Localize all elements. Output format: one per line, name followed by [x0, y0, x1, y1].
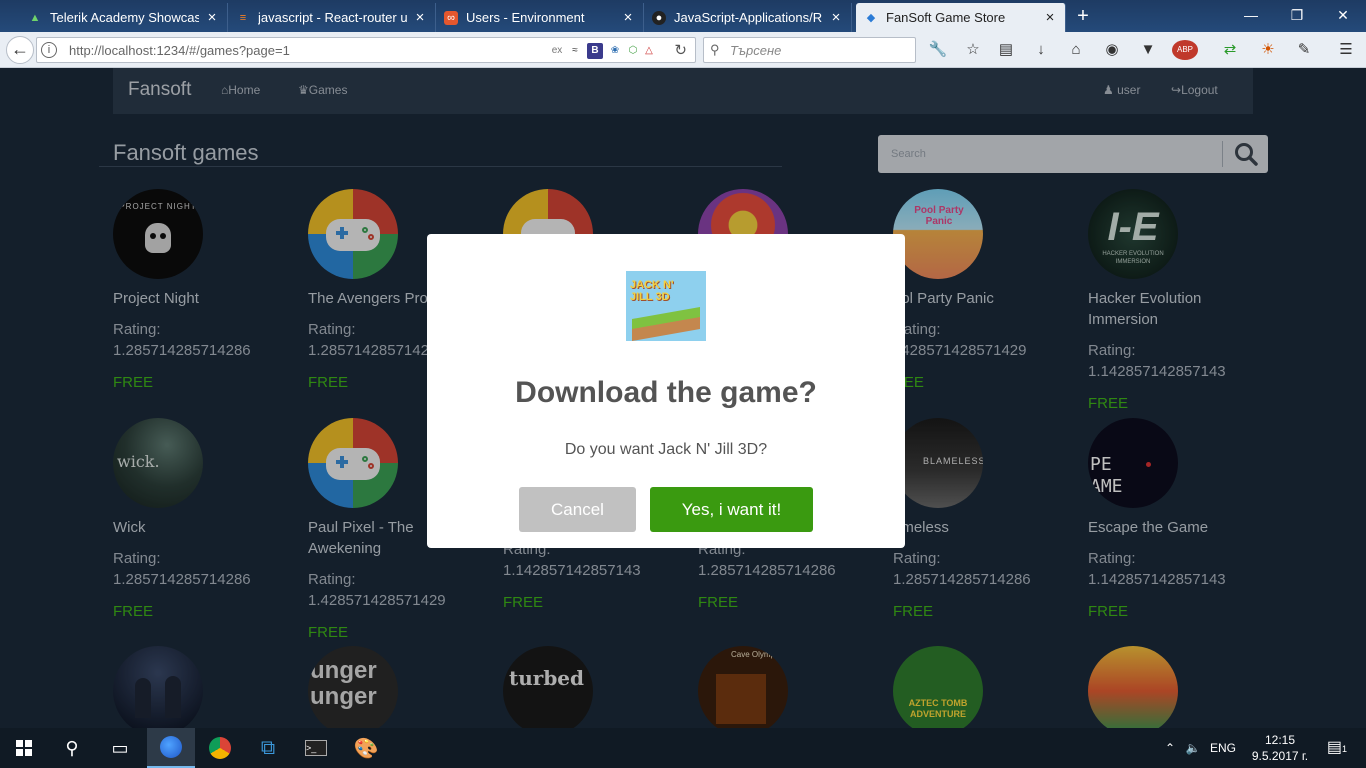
jack-n-jill-game-image: JACK N' JILL 3D: [626, 271, 706, 341]
tab-fansoft[interactable]: ◆ FanSoft Game Store ×: [856, 3, 1066, 32]
telerik-icon: ▲: [29, 11, 41, 24]
notification-icon[interactable]: ▤1: [1320, 728, 1354, 768]
dialog-text: Do you want Jack N' Jill 3D?: [564, 441, 768, 458]
browser-search-bar[interactable]: ⚲ Търсене: [703, 37, 916, 63]
pen-icon[interactable]: ✎: [1294, 40, 1314, 60]
reload-icon[interactable]: ↻: [674, 41, 687, 59]
search-icon: ⚲: [710, 42, 720, 57]
tab-github[interactable]: ● JavaScript-Applications/REA ×: [644, 3, 852, 32]
tray-overflow-icon[interactable]: ⌃: [1160, 728, 1180, 768]
firefox-icon: [160, 736, 182, 758]
chrome-taskbar-app[interactable]: [196, 728, 244, 768]
taskbar: ⚲ ▭ ⧉ >_ 🎨 ⌃ 🔈 ENG 12:15 9.5.2017 г. ▤1: [0, 728, 1366, 768]
new-tab-button[interactable]: +: [1072, 5, 1094, 27]
mustache-extension-icon[interactable]: ≈: [567, 43, 583, 59]
paint-taskbar-app[interactable]: 🎨: [342, 728, 390, 768]
address-bar[interactable]: i http://localhost:1234/#/games?page=1 e…: [36, 37, 696, 63]
tab-telerik[interactable]: ▲ Telerik Academy Showcase S ×: [20, 3, 228, 32]
search-button[interactable]: ⚲: [48, 728, 96, 768]
windows-icon: [16, 740, 32, 756]
back-button[interactable]: ←: [6, 36, 34, 64]
addon-icon[interactable]: ☀: [1258, 40, 1278, 60]
confirm-download-button[interactable]: Yes, i want it!: [650, 487, 813, 532]
github-icon: ●: [652, 10, 666, 25]
download-dialog: JACK N' JILL 3D Download the game? Do yo…: [427, 234, 905, 548]
info-icon[interactable]: i: [41, 42, 57, 58]
firefox-taskbar-app[interactable]: [147, 728, 195, 768]
menu-icon[interactable]: ☰: [1336, 40, 1356, 60]
search-icon: ⚲: [65, 737, 79, 758]
home-icon[interactable]: ⌂: [1066, 40, 1086, 60]
close-icon[interactable]: ×: [1043, 9, 1057, 26]
url-text[interactable]: http://localhost:1234/#/games?page=1: [69, 43, 290, 58]
dialog-title: Download the game?: [515, 376, 817, 409]
cancel-button[interactable]: Cancel: [519, 487, 636, 532]
close-icon[interactable]: ×: [621, 9, 635, 26]
task-view-icon: ▭: [111, 737, 129, 758]
environment-icon: ∞: [444, 10, 458, 25]
close-icon[interactable]: ×: [413, 9, 427, 26]
browser-tab-strip: ▲ Telerik Academy Showcase S × ≡ javascr…: [0, 0, 1366, 32]
task-view-button[interactable]: ▭: [96, 728, 144, 768]
tab-environment[interactable]: ∞ Users - Environment ×: [436, 3, 644, 32]
terminal-taskbar-app[interactable]: >_: [292, 728, 340, 768]
start-button[interactable]: [0, 728, 48, 768]
b-extension-icon[interactable]: B: [587, 43, 603, 59]
adblock-icon[interactable]: ABP: [1172, 40, 1198, 60]
terminal-icon: >_: [305, 740, 327, 756]
globe-icon[interactable]: ◉: [1102, 40, 1122, 60]
fansoft-icon: ◆: [866, 12, 876, 24]
reading-list-icon[interactable]: ▤: [996, 40, 1016, 60]
minimize-button[interactable]: —: [1228, 0, 1274, 32]
maximize-button[interactable]: ❐: [1274, 0, 1320, 32]
angular-extension-icon[interactable]: △: [641, 43, 657, 59]
close-icon[interactable]: ×: [205, 9, 219, 26]
browser-toolbar: ← i http://localhost:1234/#/games?page=1…: [0, 32, 1366, 68]
tab-stackoverflow[interactable]: ≡ javascript - React-router urls ×: [228, 3, 436, 32]
language-indicator[interactable]: ENG: [1206, 728, 1240, 768]
node-extension-icon[interactable]: ⬡: [625, 43, 641, 59]
bookmark-star-icon[interactable]: ☆: [963, 40, 983, 60]
download-icon[interactable]: ↓: [1031, 40, 1051, 60]
stackoverflow-icon: ≡: [239, 11, 247, 24]
sync-icon[interactable]: ⇄: [1220, 40, 1240, 60]
chrome-icon: [209, 737, 231, 759]
vscode-icon: ⧉: [260, 736, 276, 759]
wrench-icon[interactable]: 🔧: [928, 40, 948, 60]
vscode-taskbar-app[interactable]: ⧉: [244, 728, 292, 768]
volume-icon[interactable]: 🔈: [1182, 728, 1204, 768]
close-window-button[interactable]: ✕: [1320, 0, 1366, 32]
clock[interactable]: 12:15 9.5.2017 г.: [1244, 732, 1316, 764]
css-extension-icon[interactable]: ❀: [607, 43, 623, 59]
pocket-icon[interactable]: ▼: [1138, 40, 1158, 60]
paint-icon: 🎨: [353, 737, 379, 760]
close-icon[interactable]: ×: [829, 9, 843, 26]
ex-extension-icon[interactable]: ex: [549, 43, 565, 59]
